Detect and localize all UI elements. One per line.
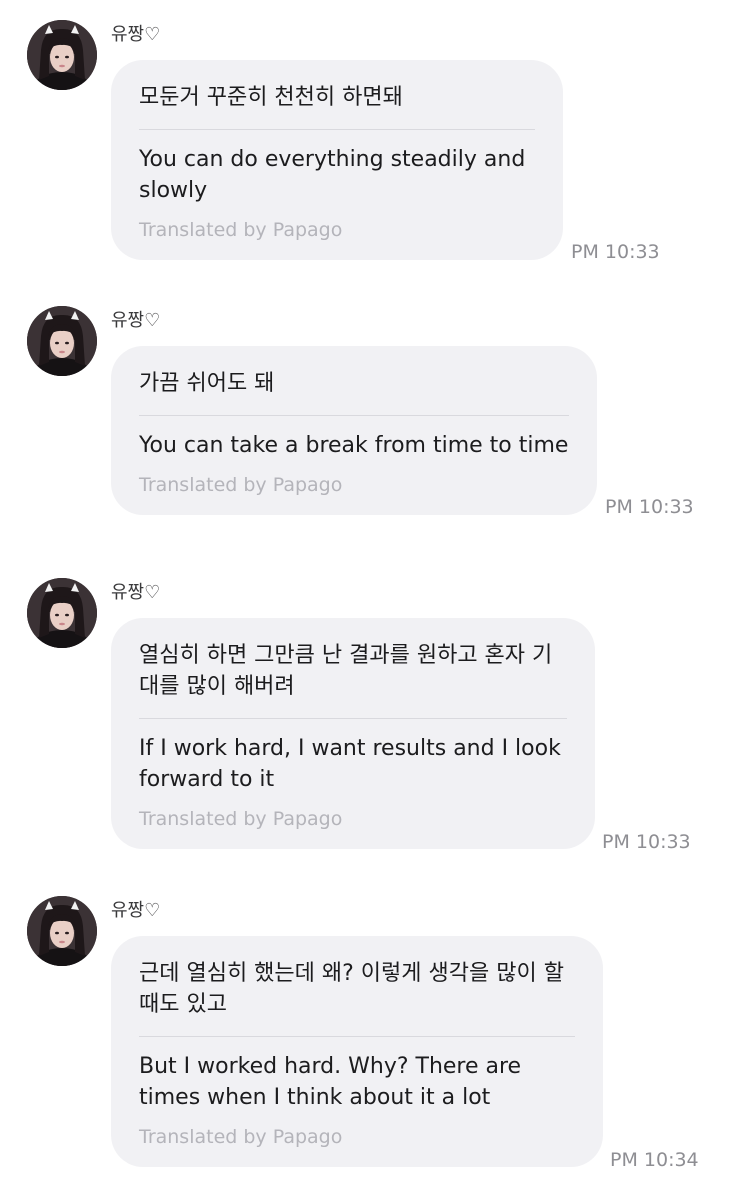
message-bubble[interactable]: 열심히 하면 그만큼 난 결과를 원하고 혼자 기대를 많이 해버려 If I … bbox=[111, 618, 595, 849]
avatar-image bbox=[27, 896, 97, 966]
message-bubble[interactable]: 근데 열심히 했는데 왜? 이렇게 생각을 많이 할 때도 있고 But I w… bbox=[111, 936, 603, 1167]
avatar-image bbox=[27, 306, 97, 376]
divider bbox=[139, 718, 567, 719]
avatar[interactable] bbox=[27, 896, 97, 966]
timestamp: PM 10:33 bbox=[605, 496, 694, 518]
translation-credit: Translated by Papago bbox=[139, 219, 343, 241]
timestamp: PM 10:33 bbox=[571, 241, 660, 263]
avatar-image bbox=[27, 578, 97, 648]
divider bbox=[139, 415, 569, 416]
original-text: 가끔 쉬어도 돼 bbox=[139, 371, 275, 396]
sender-name: 유짱♡ bbox=[111, 900, 161, 921]
divider bbox=[139, 129, 535, 130]
timestamp: PM 10:34 bbox=[610, 1149, 699, 1171]
translation-credit: Translated by Papago bbox=[139, 808, 343, 830]
divider bbox=[139, 1036, 575, 1037]
translation-credit: Translated by Papago bbox=[139, 474, 343, 496]
avatar-image bbox=[27, 20, 97, 90]
translated-text: You can do everything steadily and slowl… bbox=[139, 147, 526, 203]
original-text: 근데 열심히 했는데 왜? 이렇게 생각을 많이 할 때도 있고 bbox=[139, 961, 564, 1017]
original-text: 모둔거 꾸준히 천천히 하면돼 bbox=[139, 85, 403, 110]
message-bubble[interactable]: 가끔 쉬어도 돼 You can take a break from time … bbox=[111, 346, 597, 515]
sender-name: 유짱♡ bbox=[111, 310, 161, 331]
sender-name: 유짱♡ bbox=[111, 582, 161, 603]
original-text: 열심히 하면 그만큼 난 결과를 원하고 혼자 기대를 많이 해버려 bbox=[139, 643, 553, 699]
translated-text: If I work hard, I want results and I loo… bbox=[139, 736, 561, 792]
message-bubble[interactable]: 모둔거 꾸준히 천천히 하면돼 You can do everything st… bbox=[111, 60, 563, 260]
translation-credit: Translated by Papago bbox=[139, 1126, 343, 1148]
timestamp: PM 10:33 bbox=[602, 831, 691, 853]
avatar[interactable] bbox=[27, 578, 97, 648]
translated-text: You can take a break from time to time bbox=[139, 433, 569, 458]
avatar[interactable] bbox=[27, 306, 97, 376]
avatar[interactable] bbox=[27, 20, 97, 90]
translated-text: But I worked hard. Why? There are times … bbox=[139, 1054, 522, 1110]
sender-name: 유짱♡ bbox=[111, 24, 161, 45]
